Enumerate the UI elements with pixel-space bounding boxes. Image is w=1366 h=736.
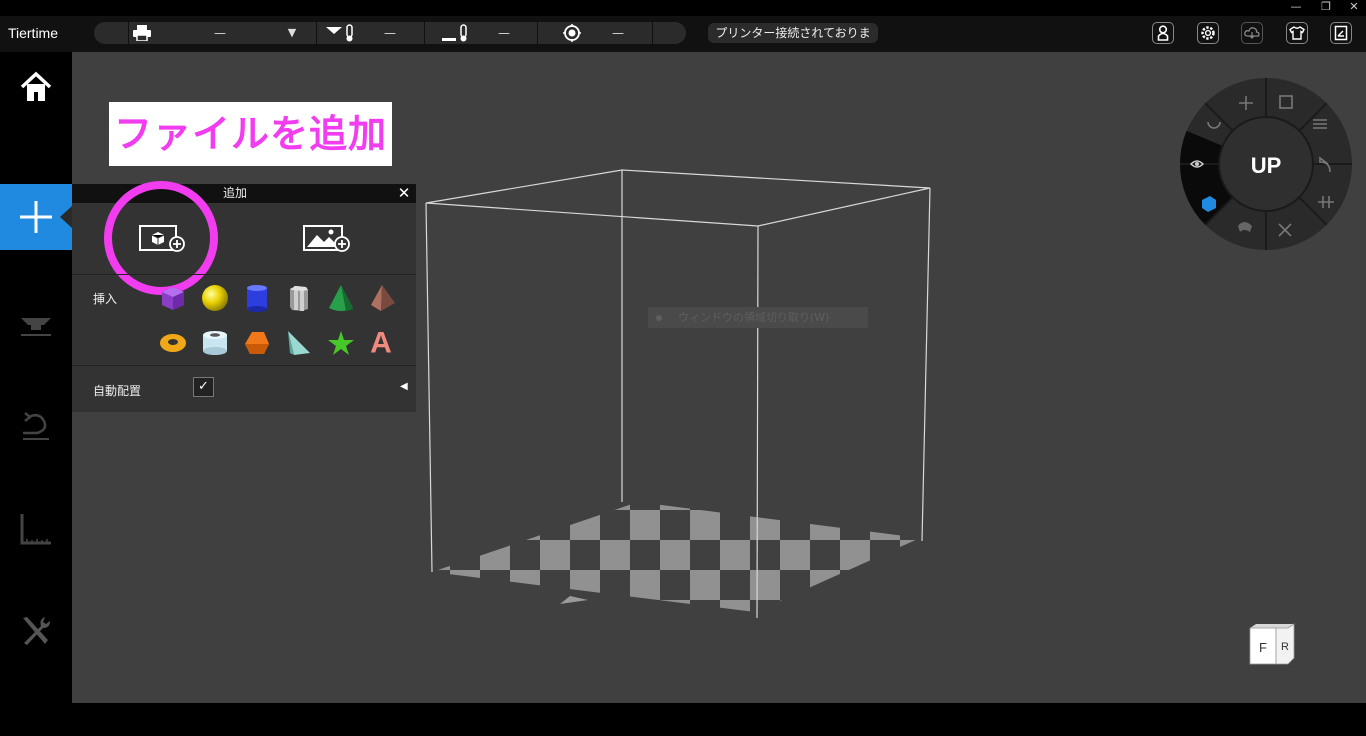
up-logo: UP (1251, 153, 1282, 178)
cloud-icon[interactable] (1241, 22, 1263, 44)
chevron-down-icon[interactable]: ▼ (282, 22, 302, 44)
svg-text:A: A (370, 326, 392, 356)
panel-pointer (60, 206, 72, 228)
print-icon (21, 318, 51, 336)
divider (537, 22, 538, 44)
minimize-button[interactable]: — (1286, 0, 1306, 14)
close-window-button[interactable]: ✕ (1344, 0, 1364, 14)
app-logo: Tiertime (7, 25, 59, 41)
print-preview-icon[interactable] (1330, 22, 1352, 44)
ruler-icon (20, 514, 51, 545)
crosshair-icon (560, 22, 584, 44)
tube-shape-button[interactable] (200, 328, 230, 358)
window-titlebar (0, 0, 1366, 16)
printer-icon (130, 22, 154, 44)
cylinder-shape-button[interactable] (242, 283, 272, 313)
settings-gear-icon[interactable] (1197, 22, 1219, 44)
torus-shape-button[interactable] (158, 328, 188, 358)
view-cube-right-label: R (1281, 641, 1289, 653)
sidebar-item-tools[interactable] (0, 598, 72, 664)
sphere-shape-button[interactable] (200, 283, 230, 313)
divider (652, 22, 653, 44)
insert-label: 挿入 (93, 292, 118, 306)
star-shape-button[interactable] (326, 328, 356, 358)
divider (424, 22, 425, 44)
snip-tooltip: ウィンドウの領域切り取り(W) (648, 307, 868, 328)
wrench-screwdriver-icon (23, 617, 50, 645)
hex-prism-shape-button[interactable] (284, 283, 314, 313)
view-cube[interactable]: F R (1246, 622, 1296, 666)
printer-select-value[interactable]: — (160, 22, 280, 44)
taskbar (0, 703, 1366, 736)
divider (72, 365, 416, 366)
navigation-wheel[interactable]: UP (1180, 78, 1352, 250)
autoplace-label: 自動配置 (93, 384, 142, 398)
home-icon (20, 71, 52, 101)
sidebar-item-print[interactable] (0, 288, 72, 354)
rotate-icon (23, 412, 49, 440)
pentagon-prism-shape-button[interactable] (242, 328, 272, 358)
bed-temp-value: — (498, 26, 510, 40)
wedge-shape-button[interactable] (284, 328, 314, 358)
sidebar-item-home[interactable] (0, 54, 72, 120)
divider (316, 22, 317, 44)
panel-close-button[interactable]: ✕ (396, 184, 412, 203)
build-plate (432, 502, 920, 612)
cube-shape-button[interactable] (158, 283, 188, 313)
autoplace-checkbox[interactable]: ✓ (193, 377, 214, 397)
add-image-icon (303, 225, 350, 252)
user-icon[interactable] (1152, 22, 1174, 44)
sidebar-item-measure[interactable] (0, 496, 72, 562)
highlight-circle (104, 181, 218, 295)
add-image-button[interactable] (302, 224, 350, 254)
position-value: — (612, 26, 624, 40)
nozzle-temp-value: — (384, 26, 396, 40)
material-shirt-icon[interactable] (1286, 22, 1308, 44)
bed-temp-icon (432, 22, 472, 44)
restore-button[interactable]: ❐ (1316, 0, 1336, 14)
nozzle-temp-icon (322, 22, 358, 44)
text-shape-button[interactable]: A (366, 326, 396, 356)
divider (72, 274, 416, 275)
collapse-arrow-icon[interactable]: ◀ (400, 381, 408, 392)
view-cube-front-label: F (1259, 640, 1267, 655)
sidebar-item-calibrate[interactable] (0, 392, 72, 458)
divider (128, 22, 129, 44)
connection-status: プリンター接続されておりま (708, 23, 878, 43)
plus-icon (20, 201, 52, 233)
cone-shape-button[interactable] (326, 283, 356, 313)
pyramid-shape-button[interactable] (368, 283, 398, 313)
annotation-label: ファイルを追加 (109, 102, 392, 166)
